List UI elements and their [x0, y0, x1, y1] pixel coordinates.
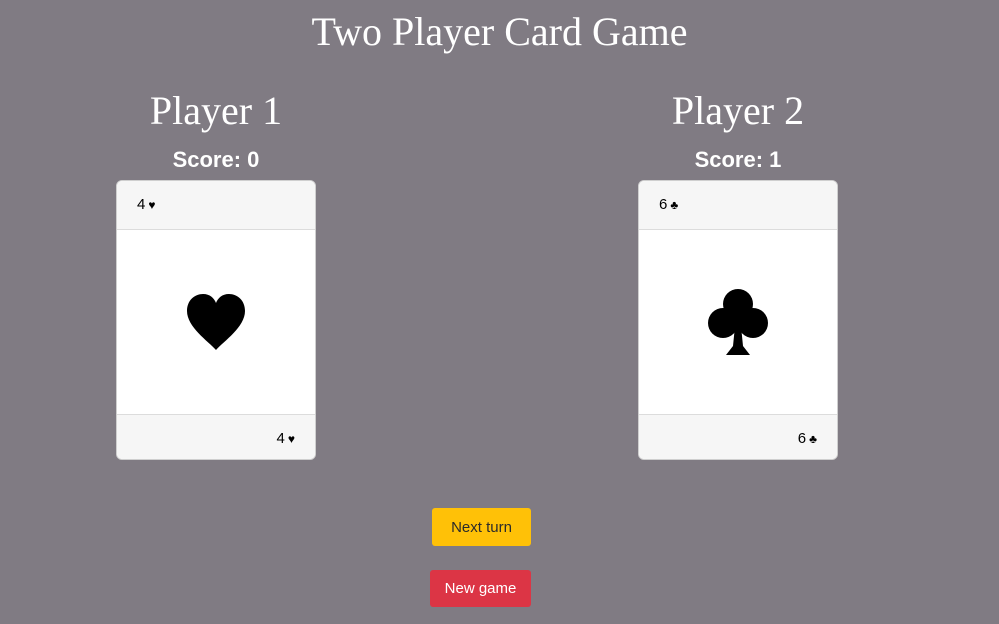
card-footer: 4 ♥: [117, 414, 315, 459]
playing-card: 6 ♣ 6 ♣: [638, 180, 838, 460]
card-rank: 6: [659, 196, 668, 213]
card-footer: 6 ♣: [639, 414, 837, 459]
club-icon: ♣: [809, 432, 817, 446]
card-body: [639, 230, 837, 414]
heart-icon: [187, 294, 245, 350]
score-label: Score:: [694, 147, 764, 172]
card-rank: 4: [137, 196, 146, 213]
card-rank: 6: [797, 430, 807, 447]
player-1-panel: Player 1 Score: 0 4 ♥ 4 ♥: [116, 88, 316, 460]
card-header: 4 ♥: [117, 181, 315, 230]
player-name: Player 2: [671, 88, 805, 133]
playing-card: 4 ♥ 4 ♥: [116, 180, 316, 460]
new-game-button[interactable]: New game: [430, 570, 531, 607]
player-2-panel: Player 2 Score: 1 6 ♣ 6 ♣: [638, 88, 838, 460]
club-icon: ♣: [670, 198, 679, 212]
score-value: 1: [769, 147, 782, 172]
score-label: Score:: [172, 147, 242, 172]
page-title: Two Player Card Game: [311, 9, 688, 54]
heart-icon: ♥: [148, 198, 156, 212]
heart-icon: ♥: [287, 432, 295, 446]
player-name: Player 1: [149, 88, 283, 133]
card-header: 6 ♣: [639, 181, 837, 230]
next-turn-button[interactable]: Next turn: [432, 508, 531, 546]
score-value: 0: [247, 147, 260, 172]
player-score: Score: 1: [638, 146, 838, 174]
card-rank: 4: [276, 430, 285, 447]
club-icon: [708, 289, 768, 355]
card-body: [117, 230, 315, 414]
player-score: Score: 0: [116, 146, 316, 174]
